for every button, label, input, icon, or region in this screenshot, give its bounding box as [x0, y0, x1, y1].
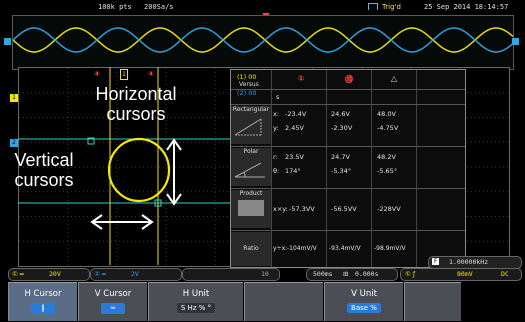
rect-y-axis: y:: [273, 124, 279, 132]
rectangular-diagram-icon: [234, 118, 262, 136]
overview-waveforms: [13, 27, 513, 53]
product-col1: -57.3VV: [289, 205, 315, 213]
ch2-ground-marker: 2: [10, 139, 18, 147]
product-col2: -56.5VV: [331, 205, 357, 213]
overview-ch2-right-marker: [512, 38, 519, 45]
record-length: 100k pts: [98, 3, 132, 11]
zoom-overview: [12, 15, 514, 70]
blank-softkey-2[interactable]: [404, 282, 461, 321]
overview-ch2-marker: [4, 38, 11, 45]
ratio-axis: y÷x:: [273, 245, 288, 252]
datetime: 25 Sep 2014 18:14:57: [424, 3, 509, 11]
polar-label-text: Polar: [243, 148, 259, 155]
rectangular-label: Rectangular: [231, 106, 271, 144]
v-unit-options: Base %: [347, 303, 381, 313]
oscilloscope-display: 100k pts 200Sa/s Trig'd 25 Sep 2014 18:1…: [0, 0, 525, 322]
position: 0.000s: [355, 270, 379, 278]
rectangular-label-text: Rectangular: [232, 106, 270, 113]
mode-row-top: (1) 00: [237, 73, 257, 81]
trigger-status: Trig'd: [382, 3, 401, 11]
overview-ch2-trace: [13, 27, 513, 53]
v-cursor-title: V Cursor: [94, 289, 132, 299]
v-cursor-softkey[interactable]: V Cursor ═: [78, 282, 147, 321]
vertical-cursors-annotation: Vertical cursors: [14, 150, 74, 190]
horizontal-cursors-annotation: Horizontal cursors: [95, 84, 177, 124]
rect-x-col3: 48.0V: [377, 110, 396, 118]
column-header-cursor-2: ⓾: [345, 75, 353, 84]
overview-ch1-trace: [13, 27, 513, 53]
trigger-level: 80mV: [457, 270, 473, 278]
ratio-col3: -98.9mV/V: [374, 245, 406, 252]
s-label: s: [276, 93, 280, 101]
frequency-value: 1.00000kHz: [449, 258, 489, 266]
trigger-pill[interactable]: ① ƒ 80mV DC: [400, 268, 522, 281]
annotation-arrows: [90, 138, 182, 230]
polar-r-col2: 24.7V: [331, 153, 350, 161]
ratio-col2: -93.4mV/V: [329, 245, 361, 252]
blank-softkey-1[interactable]: [244, 282, 323, 321]
polar-theta-col2: -5.34°: [331, 167, 352, 175]
h-cursor-icon: ‖: [31, 303, 55, 314]
position-icon: ⊞: [343, 270, 349, 278]
ratio-col1: -104mV/V: [287, 245, 317, 252]
ch3-scale: 10: [261, 270, 269, 278]
ch1-scale: 20V: [49, 270, 61, 278]
rect-x-col1: -23.4V: [285, 110, 307, 118]
h-unit-options: S Hz % °: [176, 303, 216, 313]
product-axis: x×y:: [273, 205, 288, 213]
trigger-edge-icon: [368, 3, 378, 10]
info-bar: ① ═ 20V ② ═ 2V 10 500ms ⊞ 0.000s F 1.000…: [8, 256, 522, 281]
rect-y-col1: 2.45V: [285, 124, 304, 132]
trigger-coupling: DC: [501, 270, 509, 278]
column-header-cursor-1: ①: [297, 74, 305, 83]
ch2-scale-pill[interactable]: ② ═ 2V: [90, 268, 182, 281]
rect-x-axis: x:: [273, 110, 280, 118]
ch2-scale: 2V: [131, 270, 139, 278]
ratio-label: Ratio: [231, 232, 271, 266]
ch1-scale-pill[interactable]: ① ═ 20V: [8, 268, 90, 281]
ch1-ground-marker: 1: [10, 94, 18, 102]
softkey-menu: H Cursor ‖ V Cursor ═ H Unit S Hz % ° V …: [8, 282, 521, 322]
rect-y-col2: -2.30V: [331, 124, 353, 132]
ch2-badge: ② ═: [94, 270, 106, 278]
column-header-delta: △: [390, 74, 398, 83]
polar-r-axis: r:: [273, 153, 278, 161]
timebase-pill[interactable]: 500ms ⊞ 0.000s: [306, 268, 398, 281]
h-unit-softkey[interactable]: H Unit S Hz % °: [148, 282, 243, 321]
polar-r-col1: 23.5V: [285, 153, 304, 161]
product-diagram-icon: [238, 200, 264, 216]
sample-rate: 200Sa/s: [144, 3, 174, 11]
v-unit-title: V Unit: [351, 289, 377, 299]
polar-label: Polar: [231, 148, 271, 186]
timebase: 500ms: [313, 270, 333, 278]
trigger-source-icon: ① ƒ: [405, 270, 416, 278]
h-unit-title: H Unit: [182, 289, 210, 299]
polar-diagram-icon: [234, 162, 265, 178]
product-label: Product: [231, 190, 271, 228]
ch1-badge: ① ═: [12, 270, 24, 278]
polar-theta-col1: 174°: [285, 167, 301, 175]
polar-r-col3: 48.2V: [377, 153, 396, 161]
mode-row-bottom: (2) 00: [237, 89, 257, 97]
h-cursor-softkey[interactable]: H Cursor ‖: [8, 282, 77, 321]
rect-y-col3: -4.75V: [377, 124, 399, 132]
h-cursor-title: H Cursor: [24, 289, 62, 299]
v-unit-softkey[interactable]: V Unit Base %: [324, 282, 403, 321]
product-label-text: Product: [239, 190, 263, 197]
frequency-icon: F: [432, 258, 440, 265]
ch3-scale-pill[interactable]: 10: [182, 268, 280, 281]
mode-label: Versus: [239, 81, 259, 88]
rect-x-col2: 24.6V: [331, 110, 350, 118]
product-col3: -228VV: [377, 205, 401, 213]
status-bar: 100k pts 200Sa/s Trig'd 25 Sep 2014 18:1…: [0, 0, 525, 14]
v-cursor-icon: ═: [101, 303, 125, 314]
polar-theta-axis: θ:: [273, 167, 280, 175]
cursor-readout-panel: (1) 00 Versus (2) 00 ① ⓾ △ s Rectangular…: [230, 69, 466, 268]
polar-theta-col3: -5.65°: [377, 167, 398, 175]
